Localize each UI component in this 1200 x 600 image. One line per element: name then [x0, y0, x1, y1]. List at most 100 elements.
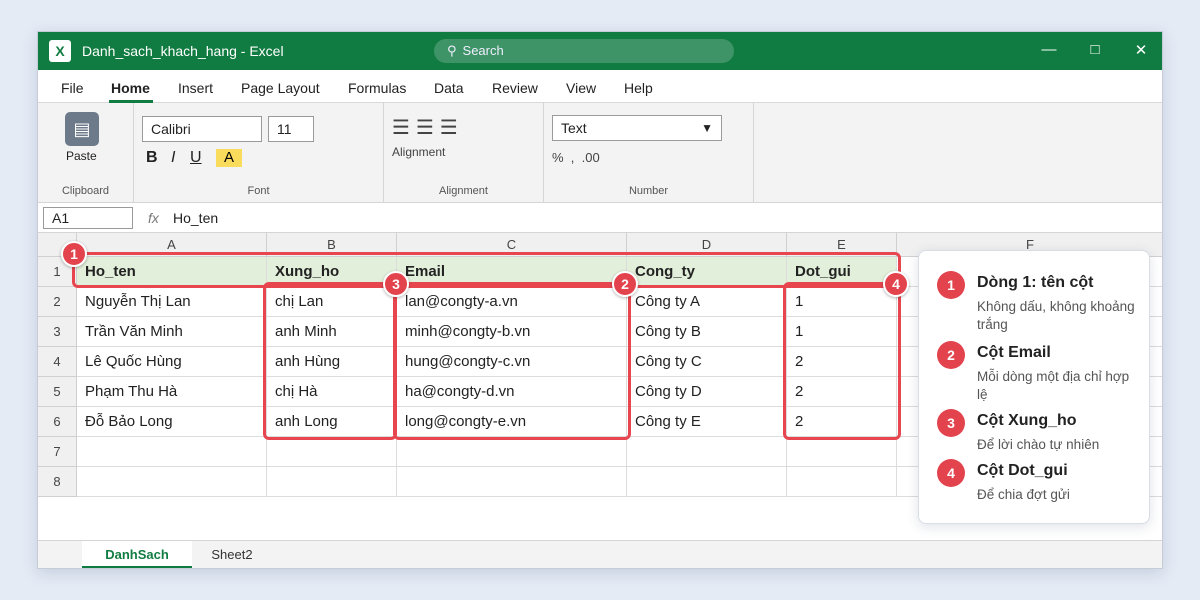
- cell-b2[interactable]: chị Lan: [267, 287, 397, 317]
- column-header-e[interactable]: E: [787, 233, 897, 257]
- close-button[interactable]: ✕: [1126, 41, 1156, 59]
- cell-e3[interactable]: 1: [787, 317, 897, 347]
- cell-d4[interactable]: Công ty C: [627, 347, 787, 377]
- cell-e4[interactable]: 2: [787, 347, 897, 377]
- sheet-tabs-bar: DanhSach Sheet2: [38, 540, 1162, 568]
- decimal-button[interactable]: .00: [582, 150, 600, 165]
- column-header-b[interactable]: B: [267, 233, 397, 257]
- cell-b1[interactable]: Xung_ho: [267, 257, 397, 287]
- row-header-3[interactable]: 3: [38, 317, 77, 347]
- column-header-a[interactable]: A: [77, 233, 267, 257]
- formula-input[interactable]: Ho_ten: [173, 210, 218, 226]
- legend-desc-2: Mỗi dòng một địa chỉ hợp lệ: [977, 369, 1130, 402]
- search-input[interactable]: ⚲ Search: [434, 39, 734, 63]
- tab-formulas[interactable]: Formulas: [348, 80, 406, 96]
- font-group: Calibri 11 B I U A Font: [134, 103, 384, 203]
- cell-a7[interactable]: [77, 437, 267, 467]
- bold-button[interactable]: B: [146, 149, 158, 167]
- legend-badge-4: 4: [937, 459, 965, 487]
- paste-button-label[interactable]: Paste: [66, 149, 97, 163]
- align-right-icon[interactable]: ☰: [440, 117, 464, 139]
- cell-e6[interactable]: 2: [787, 407, 897, 437]
- row-header-4[interactable]: 4: [38, 347, 77, 377]
- sheet-tab-sheet2[interactable]: Sheet2: [202, 541, 262, 568]
- cell-a2[interactable]: Nguyễn Thị Lan: [77, 287, 267, 317]
- font-family-select[interactable]: Calibri: [142, 116, 262, 142]
- maximize-button[interactable]: □: [1080, 41, 1110, 58]
- paste-icon[interactable]: ▤: [65, 112, 99, 146]
- row-header-2[interactable]: 2: [38, 287, 77, 317]
- ribbon-tabs: File Home Insert Page Layout Formulas Da…: [38, 70, 1162, 103]
- cell-b4[interactable]: anh Hùng: [267, 347, 397, 377]
- cell-b6[interactable]: anh Long: [267, 407, 397, 437]
- cell-d8[interactable]: [627, 467, 787, 497]
- cell-c8[interactable]: [397, 467, 627, 497]
- legend-desc-3: Để lời chào tự nhiên: [977, 437, 1100, 452]
- tab-review[interactable]: Review: [492, 80, 538, 96]
- number-format-select[interactable]: Text ▼: [552, 115, 722, 141]
- cell-c7[interactable]: [397, 437, 627, 467]
- cell-d7[interactable]: [627, 437, 787, 467]
- align-buttons[interactable]: ☰☰☰: [392, 115, 464, 140]
- cell-e7[interactable]: [787, 437, 897, 467]
- cell-c1[interactable]: Email: [397, 257, 627, 287]
- fx-icon: fx: [148, 210, 159, 226]
- align-left-icon[interactable]: ☰: [392, 117, 416, 139]
- row-header-8[interactable]: 8: [38, 467, 77, 497]
- cell-d3[interactable]: Công ty B: [627, 317, 787, 347]
- font-size-select[interactable]: 11: [268, 116, 314, 142]
- sheet-tab-danhsach[interactable]: DanhSach: [82, 541, 192, 568]
- cell-d6[interactable]: Công ty E: [627, 407, 787, 437]
- annotation-badge-3: 3: [383, 271, 409, 297]
- annotation-badge-4: 4: [883, 271, 909, 297]
- font-group-label: Font: [247, 185, 270, 197]
- cell-c4[interactable]: hung@congty-c.vn: [397, 347, 627, 377]
- align-center-icon[interactable]: ☰: [416, 117, 440, 139]
- underline-button[interactable]: U: [190, 149, 202, 167]
- comma-button[interactable]: ,: [571, 150, 575, 165]
- cell-c2[interactable]: lan@congty-a.vn: [397, 287, 627, 317]
- cell-d2[interactable]: Công ty A: [627, 287, 787, 317]
- cell-b5[interactable]: chị Hà: [267, 377, 397, 407]
- cell-a6[interactable]: Đỗ Bảo Long: [77, 407, 267, 437]
- minimize-button[interactable]: —: [1034, 41, 1064, 58]
- tab-page-layout[interactable]: Page Layout: [241, 80, 320, 96]
- cell-b7[interactable]: [267, 437, 397, 467]
- clipboard-group-label: Clipboard: [61, 185, 110, 197]
- cell-b3[interactable]: anh Minh: [267, 317, 397, 347]
- cell-c3[interactable]: minh@congty-b.vn: [397, 317, 627, 347]
- legend-desc-4: Để chia đợt gửi: [977, 487, 1070, 502]
- cell-e1[interactable]: Dot_gui: [787, 257, 897, 287]
- number-format-value: Text: [561, 120, 587, 136]
- row-header-7[interactable]: 7: [38, 437, 77, 467]
- search-icon: ⚲: [447, 43, 457, 58]
- tab-help[interactable]: Help: [624, 80, 653, 96]
- tab-insert[interactable]: Insert: [178, 80, 213, 96]
- cell-c6[interactable]: long@congty-e.vn: [397, 407, 627, 437]
- tab-data[interactable]: Data: [434, 80, 464, 96]
- cell-a8[interactable]: [77, 467, 267, 497]
- legend-title-2: Cột Email: [977, 344, 1051, 361]
- highlight-button[interactable]: A: [216, 149, 242, 167]
- italic-button[interactable]: I: [171, 149, 175, 167]
- cell-a3[interactable]: Trần Văn Minh: [77, 317, 267, 347]
- cell-d1[interactable]: Cong_ty: [627, 257, 787, 287]
- cell-c5[interactable]: ha@congty-d.vn: [397, 377, 627, 407]
- tab-home[interactable]: Home: [111, 80, 150, 96]
- name-box[interactable]: A1: [43, 207, 133, 229]
- cell-e8[interactable]: [787, 467, 897, 497]
- cell-e5[interactable]: 2: [787, 377, 897, 407]
- row-header-5[interactable]: 5: [38, 377, 77, 407]
- column-header-c[interactable]: C: [397, 233, 627, 257]
- cell-a4[interactable]: Lê Quốc Hùng: [77, 347, 267, 377]
- cell-e2[interactable]: 1: [787, 287, 897, 317]
- tab-view[interactable]: View: [566, 80, 596, 96]
- percent-button[interactable]: %: [552, 150, 564, 165]
- tab-file[interactable]: File: [61, 80, 84, 96]
- cell-d5[interactable]: Công ty D: [627, 377, 787, 407]
- cell-a5[interactable]: Phạm Thu Hà: [77, 377, 267, 407]
- row-header-6[interactable]: 6: [38, 407, 77, 437]
- column-header-d[interactable]: D: [627, 233, 787, 257]
- cell-a1[interactable]: Ho_ten: [77, 257, 267, 287]
- cell-b8[interactable]: [267, 467, 397, 497]
